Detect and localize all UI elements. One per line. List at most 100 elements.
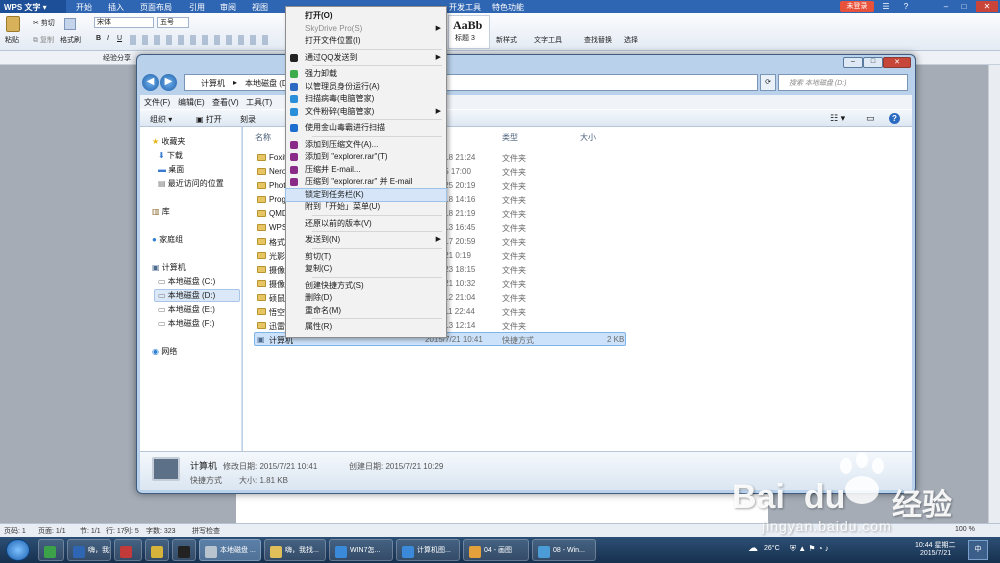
clock-date[interactable]: 2015/7/21	[920, 550, 951, 557]
downloads-item[interactable]: ⬇ 下载	[158, 150, 183, 161]
status-spell[interactable]: 拼写检查	[192, 526, 220, 536]
taskbar-item[interactable]	[172, 539, 196, 561]
clock-time[interactable]: 10:44 星期二	[915, 540, 955, 550]
tab-start[interactable]: 开始	[76, 2, 92, 13]
maximize-icon[interactable]: □	[958, 1, 970, 12]
burn-button[interactable]: 刻录	[240, 114, 256, 125]
context-menu-item[interactable]: 还原以前的版本(V)	[286, 218, 446, 230]
column-name[interactable]: 名称	[255, 132, 271, 143]
ime-indicator[interactable]: 中	[968, 540, 988, 560]
format-painter-label[interactable]: 格式刷	[60, 35, 81, 45]
tab-special[interactable]: 特色功能	[492, 2, 524, 13]
menu-file[interactable]: 文件(F)	[144, 97, 170, 108]
context-menu-item[interactable]: 附到「开始」菜单(U)	[286, 201, 446, 213]
style-gallery[interactable]: AaBb 标题 3	[448, 15, 490, 49]
start-button[interactable]	[6, 539, 30, 561]
tab-reference[interactable]: 引用	[189, 2, 205, 13]
context-menu-item[interactable]: 使用金山毒霸进行扫描	[286, 122, 446, 134]
close-icon[interactable]: ✕	[883, 57, 911, 68]
taskbar-item[interactable]: 04 - 画图	[463, 539, 529, 561]
copy-button[interactable]: ⧉ 复制	[33, 35, 54, 45]
close-icon[interactable]: ✕	[976, 1, 998, 12]
context-menu-item[interactable]: 打开(O)	[286, 10, 446, 22]
cut-button[interactable]: ✂ 剪切	[33, 18, 55, 28]
drive-d-item[interactable]: ▭ 本地磁盘 (D:)	[158, 290, 215, 301]
menu-view[interactable]: 查看(V)	[212, 97, 239, 108]
homegroup-item[interactable]: ● 家庭组	[152, 234, 183, 245]
organize-button[interactable]: 组织 ▾	[150, 114, 172, 125]
network-item[interactable]: ◉ 网络	[152, 346, 177, 357]
new-style-button[interactable]: 新样式	[496, 35, 517, 45]
context-menu-item[interactable]: 添加到 "explorer.rar"(T)	[286, 151, 446, 163]
taskbar-item[interactable]: 嗨，我找...	[67, 539, 111, 561]
breadcrumb-computer[interactable]: 计算机	[201, 78, 225, 89]
context-menu-item[interactable]: 文件粉碎(电脑管家) ▶	[286, 106, 446, 118]
tab-page-layout[interactable]: 页面布局	[140, 2, 172, 13]
breadcrumb-separator-icon[interactable]: ▸	[233, 78, 237, 87]
login-button[interactable]: 未登录	[840, 1, 874, 12]
help-icon[interactable]: ?	[900, 1, 912, 12]
taskbar-item[interactable]: WIN7怎...	[329, 539, 393, 561]
context-menu-item[interactable]: 删除(D)	[286, 292, 446, 304]
search-input[interactable]: 搜索 本地磁盘 (D:)	[778, 74, 908, 91]
find-replace-button[interactable]: 查找替换	[584, 35, 612, 45]
weather-icon[interactable]: ☁	[748, 543, 758, 554]
tab-review[interactable]: 审阅	[220, 2, 236, 13]
taskbar-item[interactable]: 本地磁盘 ...	[199, 539, 261, 561]
address-bar[interactable]: 计算机 ▸ 本地磁盘 (D:)	[184, 74, 758, 91]
select-button[interactable]: 选择	[624, 35, 638, 45]
menu-tools[interactable]: 工具(T)	[246, 97, 272, 108]
tab-developer[interactable]: 开发工具	[449, 2, 481, 13]
tab-insert[interactable]: 插入	[108, 2, 124, 13]
context-menu-item[interactable]: 扫描病毒(电脑管家)	[286, 93, 446, 105]
context-menu-item[interactable]: 打开文件位置(I)	[286, 35, 446, 47]
taskbar-item[interactable]	[38, 539, 64, 561]
context-menu-item[interactable]: 发送到(N) ▶	[286, 234, 446, 246]
desktop-item[interactable]: ▬ 桌面	[158, 164, 184, 175]
context-menu-item[interactable]: 属性(R)	[286, 321, 446, 333]
taskbar-item[interactable]: 08 - Win...	[532, 539, 596, 561]
paste-label[interactable]: 粘贴	[5, 35, 19, 45]
font-name-select[interactable]: 宋体	[94, 17, 154, 28]
library-item[interactable]: ▥ 库	[152, 206, 170, 217]
help-icon[interactable]: ?	[889, 113, 900, 124]
weather-temp[interactable]: 26°C	[764, 545, 780, 552]
taskbar-item[interactable]	[114, 539, 142, 561]
open-button[interactable]: ▣ 打开	[196, 114, 222, 125]
minimize-icon[interactable]: –	[843, 57, 863, 68]
context-menu-item[interactable]: SkyDrive Pro(S) ▶	[286, 23, 446, 35]
paste-icon[interactable]	[6, 16, 20, 32]
drive-e-item[interactable]: ▭ 本地磁盘 (E:)	[158, 304, 215, 315]
context-menu-item[interactable]: 复制(C)	[286, 263, 446, 275]
wps-app-menu[interactable]: WPS 文字 ▾	[0, 0, 66, 13]
drive-c-item[interactable]: ▭ 本地磁盘 (C:)	[158, 276, 215, 287]
context-menu-item[interactable]: 锁定到任务栏(K)	[285, 187, 447, 202]
context-menu-item[interactable]: 以管理员身份运行(A)	[286, 81, 446, 93]
context-menu-item[interactable]: 重命名(M)	[286, 305, 446, 317]
document-tab[interactable]: 经验分享	[103, 53, 131, 63]
back-icon[interactable]: ◀	[142, 74, 159, 91]
preview-pane-icon[interactable]: ▭	[866, 113, 875, 124]
taskbar-item[interactable]	[145, 539, 169, 561]
minimize-icon[interactable]: –	[940, 1, 952, 12]
format-painter-icon[interactable]	[64, 18, 76, 30]
context-menu-item[interactable]: 通过QQ发送到 ▶	[286, 52, 446, 64]
favorites-item[interactable]: ★ 收藏夹	[152, 136, 185, 147]
italic-button[interactable]: I	[107, 35, 109, 42]
font-size-select[interactable]: 五号	[157, 17, 189, 28]
context-menu-item[interactable]: 添加到压缩文件(A)...	[286, 139, 446, 151]
tray-icons[interactable]: ⛨ ▲ ⚑ ◔ ♪	[790, 544, 829, 554]
column-type[interactable]: 类型	[502, 132, 518, 143]
format-tool-row[interactable]	[130, 35, 270, 45]
context-menu-item[interactable]: 强力卸载	[286, 68, 446, 80]
taskbar-item[interactable]: 嗨，我找...	[264, 539, 326, 561]
underline-button[interactable]: U	[117, 35, 122, 42]
drive-f-item[interactable]: ▭ 本地磁盘 (F:)	[158, 318, 214, 329]
context-menu-item[interactable]: 创建快捷方式(S)	[286, 280, 446, 292]
tab-view[interactable]: 视图	[252, 2, 268, 13]
refresh-icon[interactable]: ⟳	[760, 74, 776, 91]
bold-button[interactable]: B	[96, 35, 101, 42]
text-tools-button[interactable]: 文字工具	[534, 35, 562, 45]
maximize-icon[interactable]: □	[863, 57, 883, 68]
context-menu-item[interactable]: 剪切(T)	[286, 251, 446, 263]
